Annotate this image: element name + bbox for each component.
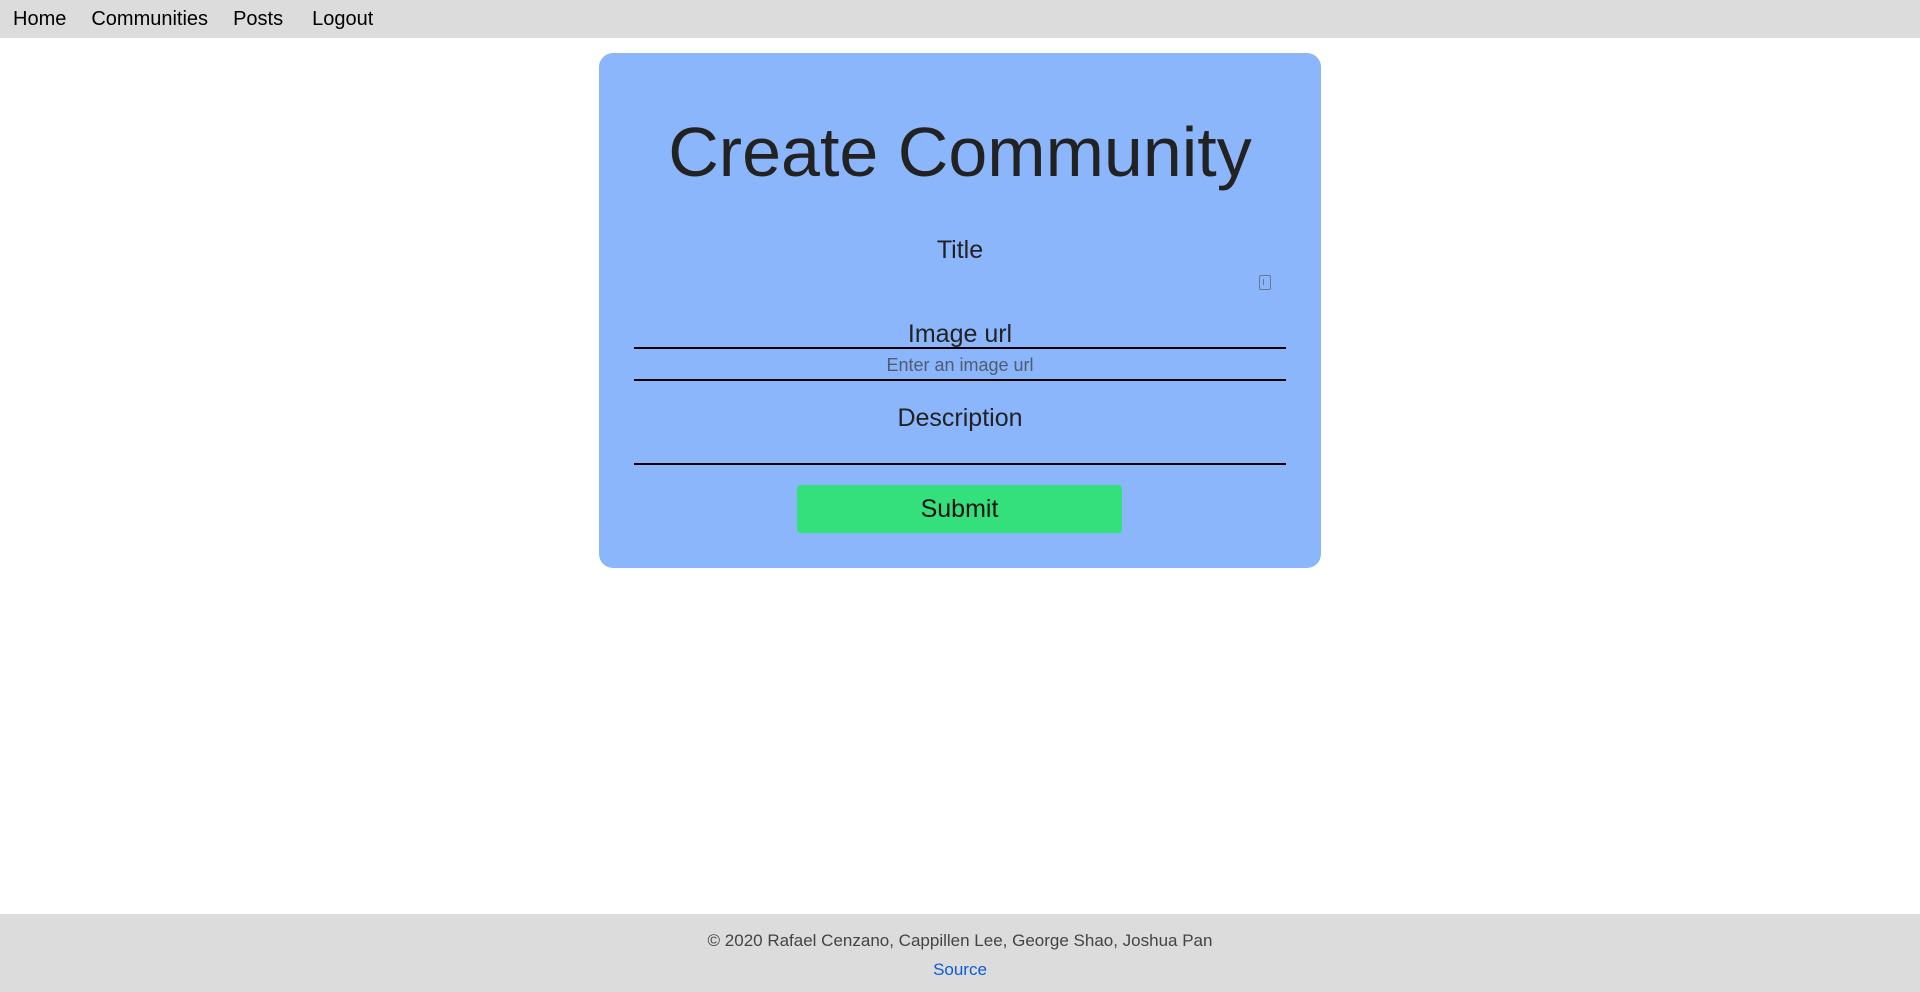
page-title: Create Community [668, 113, 1252, 191]
nav-posts-link[interactable]: Posts [233, 0, 283, 38]
submit-button[interactable]: Submit [797, 485, 1122, 533]
nav-home-link[interactable]: Home [13, 0, 66, 38]
footer-copyright: © 2020 Rafael Cenzano, Cappillen Lee, Ge… [707, 931, 1213, 950]
nav-logout-link[interactable]: Logout [312, 0, 373, 38]
nav-communities-link[interactable]: Communities [91, 0, 208, 38]
image-url-field-label: Image url [907, 320, 1013, 348]
top-navbar: Home Communities Posts Logout [0, 0, 1920, 38]
page-footer: © 2020 Rafael Cenzano, Cappillen Lee, Ge… [0, 914, 1920, 992]
description-input[interactable] [634, 435, 1286, 465]
footer-source-link[interactable]: Source [0, 960, 1920, 980]
image-url-input[interactable] [634, 351, 1286, 381]
title-field-label: Title [936, 236, 984, 264]
create-community-card: Create Community Title Image url Descrip… [599, 53, 1321, 568]
description-field-label: Description [897, 404, 1023, 432]
password-manager-icon[interactable] [1259, 275, 1271, 290]
